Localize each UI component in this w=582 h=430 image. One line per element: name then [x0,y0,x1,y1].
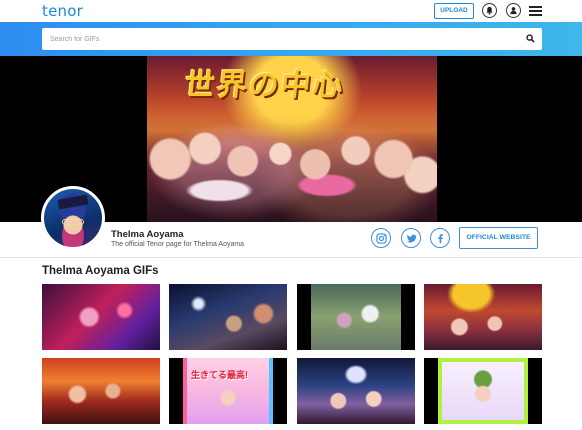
banner-crowd-image [147,117,437,222]
gif-frame [438,358,528,424]
search-band [0,22,582,56]
search-bar [42,28,542,50]
section-title: Thelma Aoyama GIFs [42,265,159,277]
official-website-button[interactable]: OFFICIAL WEBSITE [459,227,538,249]
banner-overlay-text: 世界の中心 [182,68,347,103]
gif-tile[interactable] [297,284,415,350]
avatar [41,186,105,250]
banner-gif[interactable]: 世界の中心 [147,56,437,222]
gif-tile[interactable]: 生きてる最高! [169,358,287,424]
upload-button[interactable]: UPLOAD [434,3,474,19]
avatar-hat [57,194,89,210]
instagram-icon [376,233,387,244]
search-input[interactable] [50,28,510,50]
user-icon [510,7,517,15]
twitter-icon [406,234,417,243]
tenor-logo[interactable]: tenor [42,2,83,20]
instagram-button[interactable] [371,228,391,248]
gif-tile[interactable] [169,284,287,350]
gif-tile[interactable] [424,358,542,424]
facebook-button[interactable] [430,228,450,248]
search-icon[interactable] [526,34,535,43]
account-button[interactable] [506,3,521,18]
twitter-button[interactable] [401,228,421,248]
bell-icon [486,6,493,15]
top-bar: tenor UPLOAD [0,0,582,22]
gif-tile[interactable] [424,284,542,350]
menu-icon[interactable] [529,6,542,16]
profile-description: The official Tenor page for Thelma Aoyam… [111,241,245,248]
profile-name: Thelma Aoyama [111,229,184,240]
gif-tile[interactable] [42,358,160,424]
notifications-button[interactable] [482,3,497,18]
gif-caption-text: 生きてる最高! [191,370,248,380]
gif-tile[interactable] [297,358,415,424]
facebook-icon [438,234,443,244]
gif-tile[interactable] [42,284,160,350]
avatar-glasses [62,219,84,225]
